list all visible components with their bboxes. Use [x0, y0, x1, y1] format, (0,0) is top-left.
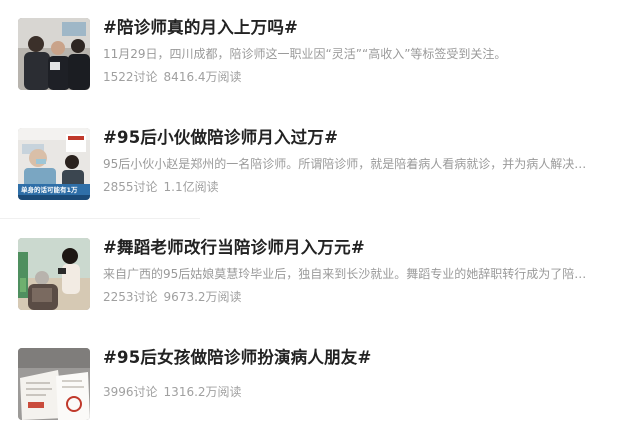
read-count: 1316.2万阅读	[163, 385, 242, 399]
news-broadcast-photo-icon[interactable]: 单身的话可能有1万	[18, 128, 90, 200]
hospital-crowd-photo-icon[interactable]	[18, 18, 90, 90]
topic-description: 来自广西的95后姑娘莫慧玲毕业后，独自来到长沙就业。舞蹈专业的她辞职转行成为了陪…	[103, 267, 587, 281]
topic-stats: 3996讨论 1316.2万阅读	[103, 383, 242, 400]
topic-item[interactable]: #95后女孩做陪诊师扮演病人朋友# 3996讨论 1316.2万阅读	[0, 330, 640, 438]
medical-documents-photo-icon[interactable]	[18, 348, 90, 420]
patient-companion-photo-icon[interactable]	[18, 238, 90, 310]
read-count: 9673.2万阅读	[163, 290, 242, 304]
topic-item[interactable]: #陪诊师真的月入上万吗# 11月29日，四川成都，陪诊师这一职业因“灵活”“高收…	[0, 0, 640, 108]
topic-stats: 2253讨论 9673.2万阅读	[103, 288, 242, 305]
topic-list: #陪诊师真的月入上万吗# 11月29日，四川成都，陪诊师这一职业因“灵活”“高收…	[0, 0, 640, 434]
read-count: 8416.4万阅读	[163, 70, 242, 84]
topic-title[interactable]: #95后小伙做陪诊师月入过万#	[103, 124, 338, 148]
topic-title[interactable]: #舞蹈老师改行当陪诊师月入万元#	[103, 234, 365, 258]
divider	[0, 218, 200, 219]
topic-title[interactable]: #95后女孩做陪诊师扮演病人朋友#	[103, 344, 372, 368]
topic-stats: 2855讨论 1.1亿阅读	[103, 178, 219, 195]
topic-stats: 1522讨论 8416.4万阅读	[103, 68, 242, 85]
discussion-count: 1522讨论	[103, 70, 158, 84]
topic-item[interactable]: 单身的话可能有1万 #95后小伙做陪诊师月入过万# 95后小伙小赵是郑州的一名陪…	[0, 110, 640, 218]
discussion-count: 2253讨论	[103, 290, 158, 304]
thumb-caption: 单身的话可能有1万	[21, 185, 78, 194]
read-count: 1.1亿阅读	[163, 180, 219, 194]
discussion-count: 3996讨论	[103, 385, 158, 399]
discussion-count: 2855讨论	[103, 180, 158, 194]
topic-title[interactable]: #陪诊师真的月入上万吗#	[103, 14, 298, 38]
topic-description: 95后小伙小赵是郑州的一名陪诊师。所谓陪诊师，就是陪着病人看病就诊，并为病人解决…	[103, 157, 587, 171]
topic-description: 11月29日，四川成都，陪诊师这一职业因“灵活”“高收入”等标签受到关注。	[103, 47, 507, 61]
topic-item[interactable]: #舞蹈老师改行当陪诊师月入万元# 来自广西的95后姑娘莫慧玲毕业后，独自来到长沙…	[0, 220, 640, 328]
